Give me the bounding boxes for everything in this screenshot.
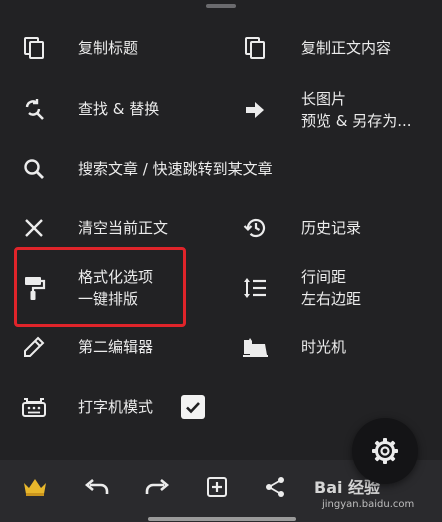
- close-icon: [16, 210, 52, 246]
- highlight-box: [14, 247, 186, 327]
- checkmark-icon: [186, 402, 200, 414]
- settings-button[interactable]: [352, 418, 418, 484]
- copy-icon: [16, 30, 52, 66]
- copy-title-item[interactable]: 复制标题: [16, 30, 138, 66]
- time-machine-item[interactable]: 时光机: [237, 329, 346, 365]
- undo-icon[interactable]: [82, 472, 112, 502]
- second-editor-label: 第二编辑器: [78, 338, 154, 356]
- line-spacing-label: 行间距: [301, 268, 347, 286]
- share-icon[interactable]: [260, 472, 290, 502]
- pencil-icon: [16, 329, 52, 365]
- arrow-right-icon: [237, 92, 273, 128]
- long-image-label: 长图片: [301, 90, 347, 108]
- typewriter-mode-checkbox[interactable]: [181, 395, 205, 419]
- typewriter-mode-label: 打字机模式: [78, 398, 154, 416]
- redo-icon[interactable]: [142, 472, 172, 502]
- search-article-label: 搜索文章 / 快速跳转到某文章: [78, 160, 273, 178]
- find-replace-icon: [16, 91, 52, 127]
- add-box-icon[interactable]: [202, 472, 232, 502]
- gear-icon: [372, 438, 398, 464]
- line-spacing-item[interactable]: 行间距 左右边距: [237, 266, 361, 310]
- search-icon: [16, 151, 52, 187]
- long-image-item[interactable]: 长图片 预览 & 另存为...: [237, 88, 412, 132]
- options-sheet: 复制标题 复制正文内容 查找 & 替换 长图片 预览 & 另存为... 搜索文章…: [0, 0, 442, 460]
- find-replace-label: 查找 & 替换: [78, 100, 160, 118]
- second-editor-item[interactable]: 第二编辑器: [16, 329, 153, 365]
- long-image-sublabel: 预览 & 另存为...: [301, 112, 412, 130]
- folder-icon: [237, 329, 273, 365]
- search-article-item[interactable]: 搜索文章 / 快速跳转到某文章: [16, 151, 273, 187]
- copy-title-label: 复制标题: [78, 39, 139, 57]
- clear-body-item[interactable]: 清空当前正文: [16, 210, 168, 246]
- crown-icon[interactable]: [20, 472, 50, 502]
- time-machine-label: 时光机: [301, 338, 347, 356]
- drag-handle[interactable]: [206, 4, 236, 8]
- history-icon: [237, 210, 273, 246]
- history-label: 历史记录: [301, 219, 362, 237]
- history-item[interactable]: 历史记录: [237, 210, 361, 246]
- find-replace-item[interactable]: 查找 & 替换: [16, 91, 159, 127]
- copy-body-label: 复制正文内容: [301, 39, 392, 57]
- copy-icon: [237, 30, 273, 66]
- typewriter-icon: [16, 389, 52, 425]
- home-indicator: [148, 517, 296, 521]
- typewriter-mode-item[interactable]: 打字机模式: [16, 389, 153, 425]
- margins-label: 左右边距: [301, 290, 362, 308]
- watermark-url: jingyan.baidu.com: [322, 499, 415, 510]
- line-spacing-icon: [237, 270, 273, 306]
- copy-body-item[interactable]: 复制正文内容: [237, 30, 391, 66]
- clear-body-label: 清空当前正文: [78, 219, 169, 237]
